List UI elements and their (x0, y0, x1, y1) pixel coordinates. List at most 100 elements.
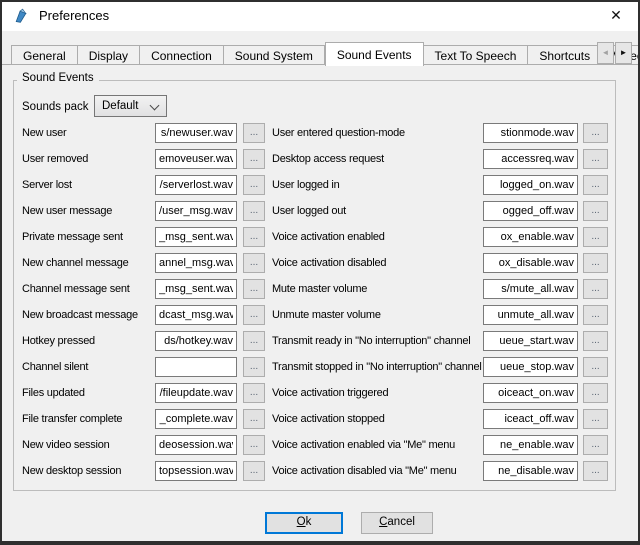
browse-button[interactable]: ... (583, 227, 608, 247)
event-label: Private message sent (22, 227, 123, 247)
sound-file-input[interactable] (483, 357, 578, 377)
event-label: Voice activation enabled via "Me" menu (272, 435, 455, 455)
browse-button[interactable]: ... (243, 253, 265, 273)
event-label: Desktop access request (272, 149, 384, 169)
window-border-bottom (0, 541, 640, 545)
tab-connection[interactable]: Connection (140, 45, 224, 65)
sound-event-row: Files updated...Voice activation trigger… (0, 383, 640, 403)
sound-file-input[interactable] (155, 175, 237, 195)
browse-button[interactable]: ... (243, 123, 265, 143)
browse-button[interactable]: ... (583, 175, 608, 195)
browse-button[interactable]: ... (243, 149, 265, 169)
browse-button[interactable]: ... (583, 331, 608, 351)
browse-button[interactable]: ... (583, 383, 608, 403)
event-label: User removed (22, 149, 88, 169)
sound-file-input[interactable] (483, 149, 578, 169)
browse-button[interactable]: ... (243, 175, 265, 195)
sound-file-input[interactable] (483, 409, 578, 429)
sound-file-input[interactable] (155, 435, 237, 455)
sound-file-input[interactable] (483, 227, 578, 247)
sound-file-input[interactable] (155, 357, 237, 377)
sound-file-input[interactable] (155, 409, 237, 429)
browse-button[interactable]: ... (583, 435, 608, 455)
event-label: New desktop session (22, 461, 121, 481)
event-label: New broadcast message (22, 305, 138, 325)
sound-file-input[interactable] (155, 253, 237, 273)
event-label: Mute master volume (272, 279, 367, 299)
sound-file-input[interactable] (155, 123, 237, 143)
sound-file-input[interactable] (483, 435, 578, 455)
sound-file-input[interactable] (483, 331, 578, 351)
event-label: Unmute master volume (272, 305, 381, 325)
sound-event-row: File transfer complete...Voice activatio… (0, 409, 640, 429)
browse-button[interactable]: ... (583, 305, 608, 325)
event-label: Voice activation disabled (272, 253, 386, 273)
browse-button[interactable]: ... (583, 357, 608, 377)
groupbox-title: Sound Events (17, 72, 99, 84)
browse-button[interactable]: ... (583, 149, 608, 169)
sound-event-row: User removed... Desktop access request... (0, 149, 640, 169)
sound-file-input[interactable] (483, 461, 578, 481)
browse-button[interactable]: ... (583, 201, 608, 221)
browse-button[interactable]: ... (243, 409, 265, 429)
tab-scroll-right-button[interactable]: ► (615, 42, 632, 64)
browse-button[interactable]: ... (583, 123, 608, 143)
sound-file-input[interactable] (155, 305, 237, 325)
sound-file-input[interactable] (155, 227, 237, 247)
sound-file-input[interactable] (483, 383, 578, 403)
sound-file-input[interactable] (155, 331, 237, 351)
sound-file-input[interactable] (155, 461, 237, 481)
window-border-left (0, 0, 2, 545)
app-logo-icon (13, 8, 29, 24)
browse-button[interactable]: ... (243, 435, 265, 455)
sound-file-input[interactable] (483, 201, 578, 221)
browse-button[interactable]: ... (243, 331, 265, 351)
tab-sound-events[interactable]: Sound Events (325, 42, 424, 66)
tab-display[interactable]: Display (78, 45, 140, 65)
sound-file-input[interactable] (483, 253, 578, 273)
sound-file-input[interactable] (155, 383, 237, 403)
sounds-pack-dropdown[interactable]: Default (94, 95, 167, 117)
tab-text-to-speech[interactable]: Text To Speech (424, 45, 529, 65)
event-label: User entered question-mode (272, 123, 405, 143)
title-bar: Preferences (0, 0, 640, 31)
sound-file-input[interactable] (483, 123, 578, 143)
tab-strip: GeneralDisplayConnectionSound SystemSoun… (11, 38, 634, 65)
tab-shortcuts[interactable]: Shortcuts (528, 45, 602, 65)
event-label: New video session (22, 435, 109, 455)
tab-sound-system[interactable]: Sound System (224, 45, 325, 65)
chevron-down-icon (150, 101, 160, 111)
cancel-button[interactable]: Cancel (361, 512, 433, 534)
browse-button[interactable]: ... (243, 201, 265, 221)
sound-event-row: Private message sent...Voice activation … (0, 227, 640, 247)
tab-scroll-left-button[interactable]: ◄ (597, 42, 614, 64)
sound-file-input[interactable] (483, 279, 578, 299)
sound-file-input[interactable] (483, 175, 578, 195)
browse-button[interactable]: ... (583, 253, 608, 273)
event-label: Hotkey pressed (22, 331, 95, 351)
sound-file-input[interactable] (155, 279, 237, 299)
browse-button[interactable]: ... (583, 409, 608, 429)
cancel-label-tail: ancel (387, 516, 415, 528)
sound-file-input[interactable] (483, 305, 578, 325)
browse-button[interactable]: ... (243, 305, 265, 325)
browse-button[interactable]: ... (583, 461, 608, 481)
sound-file-input[interactable] (155, 149, 237, 169)
browse-button[interactable]: ... (243, 227, 265, 247)
close-button[interactable]: ✕ (594, 2, 638, 30)
event-label: New channel message (22, 253, 129, 273)
sounds-pack-value: Default (102, 100, 138, 112)
browse-button[interactable]: ... (243, 461, 265, 481)
scroll-right-icon: ► (620, 49, 628, 57)
tab-general[interactable]: General (11, 45, 78, 65)
sound-file-input[interactable] (155, 201, 237, 221)
event-label: New user (22, 123, 66, 143)
browse-button[interactable]: ... (583, 279, 608, 299)
scroll-left-icon: ◄ (602, 49, 610, 57)
ok-button[interactable]: Ok (265, 512, 343, 534)
browse-button[interactable]: ... (243, 383, 265, 403)
browse-button[interactable]: ... (243, 279, 265, 299)
browse-button[interactable]: ... (243, 357, 265, 377)
event-label: File transfer complete (22, 409, 122, 429)
sound-event-row: New broadcast message... Unmute master vo… (0, 305, 640, 325)
